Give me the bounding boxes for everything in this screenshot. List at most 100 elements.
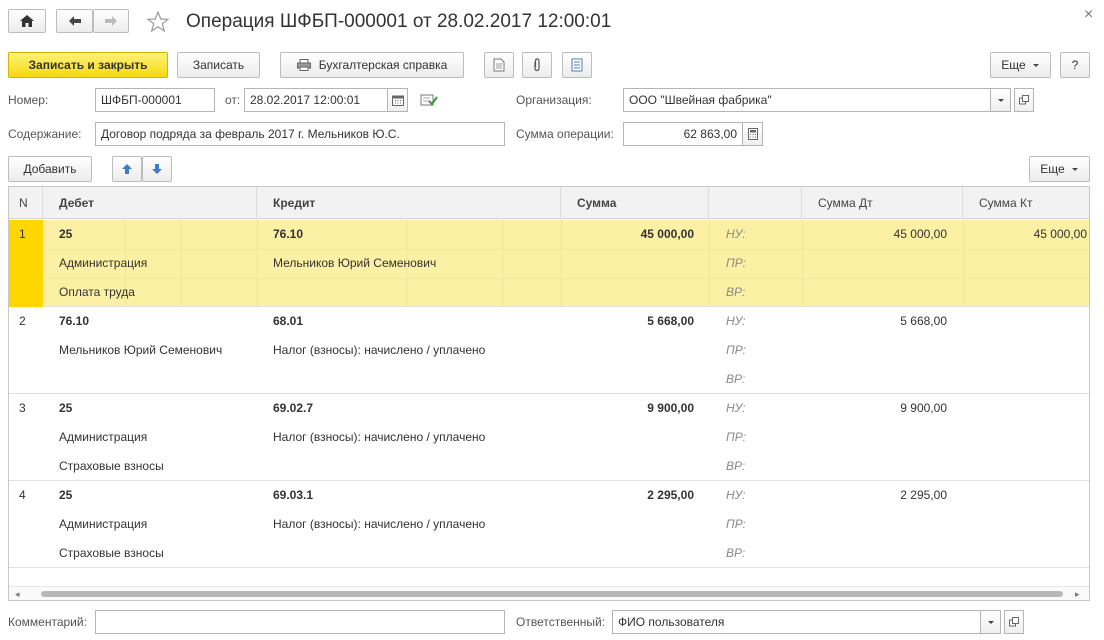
responsible-open-button[interactable] xyxy=(1004,610,1024,634)
open-icon xyxy=(1009,617,1019,627)
row-number[interactable]: 4 xyxy=(19,487,43,503)
vr-label[interactable]: ВР: xyxy=(726,371,786,387)
nu-label[interactable]: НУ: xyxy=(726,313,786,329)
forward-button[interactable] xyxy=(93,9,129,33)
cell-divider xyxy=(802,220,803,307)
date-label: от: xyxy=(225,93,241,107)
header-n[interactable]: N xyxy=(9,187,43,219)
sum-dt-value[interactable]: 2 295,00 xyxy=(809,487,947,503)
credit-account[interactable]: 69.02.7 xyxy=(273,400,553,416)
arrow-down-icon xyxy=(152,164,162,174)
horizontal-scrollbar[interactable]: ◂ ▸ xyxy=(9,586,1089,600)
debit-subconto-1[interactable]: Администрация xyxy=(59,255,249,271)
credit-subconto-1[interactable]: Налог (взносы): начислено / уплачено xyxy=(273,516,553,532)
accounting-report-button[interactable]: Бухгалтерская справка xyxy=(280,52,464,78)
pr-label[interactable]: ПР: xyxy=(726,429,786,445)
debit-account[interactable]: 76.10 xyxy=(59,313,249,329)
debit-account[interactable]: 25 xyxy=(59,487,249,503)
move-down-button[interactable] xyxy=(142,156,172,182)
comment-field[interactable] xyxy=(95,610,505,634)
scroll-left-icon[interactable]: ◂ xyxy=(15,589,20,600)
pr-label[interactable]: ПР: xyxy=(726,516,786,532)
paperclip-icon xyxy=(534,58,540,72)
scroll-thumb[interactable] xyxy=(41,591,1063,597)
credit-subconto-1[interactable]: Налог (взносы): начислено / уплачено xyxy=(273,342,553,358)
table-row[interactable]: 1 25 Администрация Оплата труда 76.10 Мельник… xyxy=(9,220,1089,307)
attachment-button[interactable] xyxy=(522,52,552,78)
calendar-button[interactable] xyxy=(388,88,408,112)
debit-subconto-1[interactable]: Администрация xyxy=(59,429,249,445)
table-row[interactable]: 2 76.10 Мельников Юрий Семенович 68.01 Налог… xyxy=(9,307,1089,394)
sum-value[interactable]: 5 668,00 xyxy=(569,313,694,329)
favorite-star[interactable] xyxy=(146,10,170,34)
header-sum[interactable]: Сумма xyxy=(561,187,709,219)
vr-label[interactable]: ВР: xyxy=(726,545,786,561)
close-icon[interactable]: × xyxy=(1084,6,1093,24)
debit-subconto-1[interactable]: Мельников Юрий Семенович xyxy=(59,342,249,358)
organization-open-button[interactable] xyxy=(1014,88,1034,112)
save-button[interactable]: Записать xyxy=(177,52,260,78)
list-icon xyxy=(571,58,583,72)
responsible-field[interactable]: ФИО пользователя xyxy=(612,610,981,634)
nu-label[interactable]: НУ: xyxy=(726,487,786,503)
pr-label[interactable]: ПР: xyxy=(726,342,786,358)
sum-dt-value[interactable]: 45 000,00 xyxy=(809,226,947,242)
table-row[interactable]: 4 25 Администрация Страховые взносы 69.03.1 Н… xyxy=(9,481,1089,568)
posted-status[interactable] xyxy=(420,92,438,108)
sum-value[interactable]: 9 900,00 xyxy=(569,400,694,416)
organization-field[interactable]: ООО "Швейная фабрика" xyxy=(623,88,991,112)
organization-dropdown[interactable] xyxy=(991,88,1011,112)
header-credit[interactable]: Кредит xyxy=(257,187,561,219)
debit-subconto-1[interactable]: Администрация xyxy=(59,516,249,532)
organization-label: Организация: xyxy=(516,93,592,107)
debit-subconto-2[interactable]: Оплата труда xyxy=(59,284,249,300)
debit-subconto-2[interactable]: Страховые взносы xyxy=(59,458,249,474)
credit-account[interactable]: 68.01 xyxy=(273,313,553,329)
move-up-button[interactable] xyxy=(112,156,142,182)
sum-value[interactable]: 2 295,00 xyxy=(569,487,694,503)
credit-subconto-1[interactable]: Мельников Юрий Семенович xyxy=(273,255,553,271)
table-row[interactable]: 3 25 Администрация Страховые взносы 69.02.7 Н… xyxy=(9,394,1089,481)
document-button[interactable] xyxy=(484,52,514,78)
entries-table[interactable]: N Дебет Кредит Сумма Сумма Дт Сумма Кт 1… xyxy=(8,186,1090,601)
number-field[interactable]: ШФБП-000001 xyxy=(95,88,215,112)
header-account-type xyxy=(709,187,802,219)
debit-account[interactable]: 25 xyxy=(59,400,249,416)
credit-account[interactable]: 69.03.1 xyxy=(273,487,553,503)
credit-account[interactable]: 76.10 xyxy=(273,226,553,242)
sum-kt-value[interactable]: 45 000,00 xyxy=(969,226,1087,242)
sum-value[interactable]: 45 000,00 xyxy=(569,226,694,242)
home-button[interactable] xyxy=(8,9,46,33)
debit-account[interactable]: 25 xyxy=(59,226,249,242)
table-more-button[interactable]: Еще xyxy=(1029,156,1090,182)
row-number[interactable]: 1 xyxy=(19,226,43,242)
header-debit[interactable]: Дебет xyxy=(43,187,257,219)
sum-dt-value[interactable]: 9 900,00 xyxy=(809,400,947,416)
back-button[interactable] xyxy=(56,9,93,33)
row-number[interactable]: 2 xyxy=(19,313,43,329)
operation-sum-field[interactable]: 62 863,00 xyxy=(623,122,743,146)
header-sum-dt[interactable]: Сумма Дт xyxy=(802,187,963,219)
date-field[interactable]: 28.02.2017 12:00:01 xyxy=(244,88,388,112)
credit-subconto-1[interactable]: Налог (взносы): начислено / уплачено xyxy=(273,429,553,445)
vr-label[interactable]: ВР: xyxy=(726,458,786,474)
add-row-button[interactable]: Добавить xyxy=(8,156,92,182)
more-menu-button[interactable]: Еще xyxy=(990,52,1051,78)
pr-label[interactable]: ПР: xyxy=(726,255,786,271)
sum-dt-value[interactable]: 5 668,00 xyxy=(809,313,947,329)
responsible-dropdown[interactable] xyxy=(981,610,1001,634)
list-button[interactable] xyxy=(562,52,592,78)
content-field[interactable]: Договор подряда за февраль 2017 г. Мельн… xyxy=(95,122,505,146)
nu-label[interactable]: НУ: xyxy=(726,400,786,416)
window-title: Операция ШФБП-000001 от 28.02.2017 12:00… xyxy=(186,11,612,32)
debit-subconto-2[interactable]: Страховые взносы xyxy=(59,545,249,561)
nu-label[interactable]: НУ: xyxy=(726,226,786,242)
help-button[interactable]: ? xyxy=(1060,52,1090,78)
calculator-button[interactable] xyxy=(743,122,763,146)
cell-divider xyxy=(709,220,710,307)
row-number[interactable]: 3 xyxy=(19,400,43,416)
header-sum-kt[interactable]: Сумма Кт xyxy=(963,187,1089,219)
save-and-close-button[interactable]: Записать и закрыть xyxy=(8,52,168,78)
vr-label[interactable]: ВР: xyxy=(726,284,786,300)
scroll-right-icon[interactable]: ▸ xyxy=(1075,589,1080,600)
